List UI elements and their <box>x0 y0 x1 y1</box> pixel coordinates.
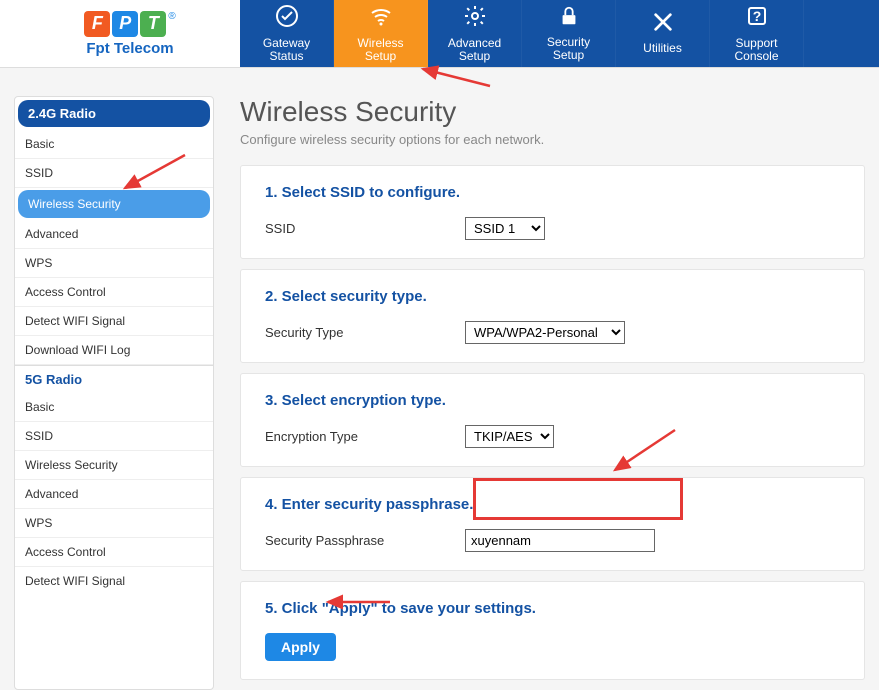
sidebar-item-wireless-security[interactable]: Wireless Security <box>18 190 210 218</box>
nav-label: SecuritySetup <box>547 36 590 62</box>
logo-f: F <box>84 11 110 37</box>
help-icon: ? <box>745 4 769 34</box>
nav-label: WirelessSetup <box>357 37 403 63</box>
nav-label: SupportConsole <box>734 37 778 63</box>
svg-text:?: ? <box>752 8 761 24</box>
brand-text: Fpt Telecom <box>86 40 173 57</box>
sidebar-item-wps[interactable]: WPS <box>15 249 213 278</box>
sidebar-item-basic[interactable]: Basic <box>15 130 213 159</box>
sidebar-item-advanced[interactable]: Advanced <box>15 220 213 249</box>
sidebar-item-5g-advanced[interactable]: Advanced <box>15 480 213 509</box>
logo: F P T ® Fpt Telecom <box>0 0 240 67</box>
step-1-title: 1. Select SSID to configure. <box>265 184 840 201</box>
nav-label: AdvancedSetup <box>448 37 501 63</box>
nav-label: GatewayStatus <box>263 37 310 63</box>
logo-p: P <box>112 11 138 37</box>
nav-support-console[interactable]: ? SupportConsole <box>710 0 804 67</box>
step-5-title: 5. Click "Apply" to save your settings. <box>265 600 840 617</box>
apply-button[interactable]: Apply <box>265 633 336 661</box>
step-2-title: 2. Select security type. <box>265 288 840 305</box>
tools-icon <box>652 11 674 39</box>
check-circle-icon <box>275 4 299 34</box>
lock-icon <box>558 5 580 33</box>
main-content: Wireless Security Configure wireless sec… <box>240 96 865 690</box>
top-nav: GatewayStatus WirelessSetup AdvancedSetu… <box>240 0 879 67</box>
step-3-title: 3. Select encryption type. <box>265 392 840 409</box>
step-1-card: 1. Select SSID to configure. SSID SSID 1 <box>240 165 865 259</box>
nav-wireless-setup[interactable]: WirelessSetup <box>334 0 428 67</box>
security-type-select[interactable]: WPA/WPA2-Personal <box>465 321 625 344</box>
sidebar-item-download-log[interactable]: Download WIFI Log <box>15 336 213 365</box>
nav-security-setup[interactable]: SecuritySetup <box>522 0 616 67</box>
nav-label: Utilities <box>643 42 682 55</box>
step-5-card: 5. Click "Apply" to save your settings. … <box>240 581 865 680</box>
logo-t: T <box>140 11 166 37</box>
step-4-card: 4. Enter security passphrase. Security P… <box>240 477 865 571</box>
sidebar-item-access-control[interactable]: Access Control <box>15 278 213 307</box>
nav-utilities[interactable]: Utilities <box>616 0 710 67</box>
encryption-type-label: Encryption Type <box>265 429 465 444</box>
sidebar: 2.4G Radio Basic SSID Wireless Security … <box>14 96 214 690</box>
wifi-icon <box>369 4 393 34</box>
sidebar-item-5g-access-control[interactable]: Access Control <box>15 538 213 567</box>
encryption-type-select[interactable]: TKIP/AES <box>465 425 554 448</box>
sidebar-head-5g: 5G Radio <box>15 365 213 393</box>
passphrase-input[interactable] <box>465 529 655 552</box>
sidebar-item-ssid[interactable]: SSID <box>15 159 213 188</box>
security-type-label: Security Type <box>265 325 465 340</box>
ssid-label: SSID <box>265 221 465 236</box>
sidebar-item-5g-wps[interactable]: WPS <box>15 509 213 538</box>
sidebar-head-24g: 2.4G Radio <box>18 100 210 127</box>
ssid-select[interactable]: SSID 1 <box>465 217 545 240</box>
registered-icon: ® <box>168 11 175 22</box>
step-4-title: 4. Enter security passphrase. <box>265 496 840 513</box>
passphrase-label: Security Passphrase <box>265 533 465 548</box>
sidebar-item-5g-wireless-security[interactable]: Wireless Security <box>15 451 213 480</box>
step-3-card: 3. Select encryption type. Encryption Ty… <box>240 373 865 467</box>
nav-advanced-setup[interactable]: AdvancedSetup <box>428 0 522 67</box>
sidebar-item-5g-detect-wifi[interactable]: Detect WIFI Signal <box>15 567 213 595</box>
sidebar-item-5g-ssid[interactable]: SSID <box>15 422 213 451</box>
sidebar-item-5g-basic[interactable]: Basic <box>15 393 213 422</box>
sidebar-item-detect-wifi[interactable]: Detect WIFI Signal <box>15 307 213 336</box>
step-2-card: 2. Select security type. Security Type W… <box>240 269 865 363</box>
page-subtitle: Configure wireless security options for … <box>240 132 865 147</box>
page-title: Wireless Security <box>240 96 865 128</box>
header: F P T ® Fpt Telecom GatewayStatus Wirele… <box>0 0 879 68</box>
nav-gateway-status[interactable]: GatewayStatus <box>240 0 334 67</box>
gear-icon <box>463 4 487 34</box>
